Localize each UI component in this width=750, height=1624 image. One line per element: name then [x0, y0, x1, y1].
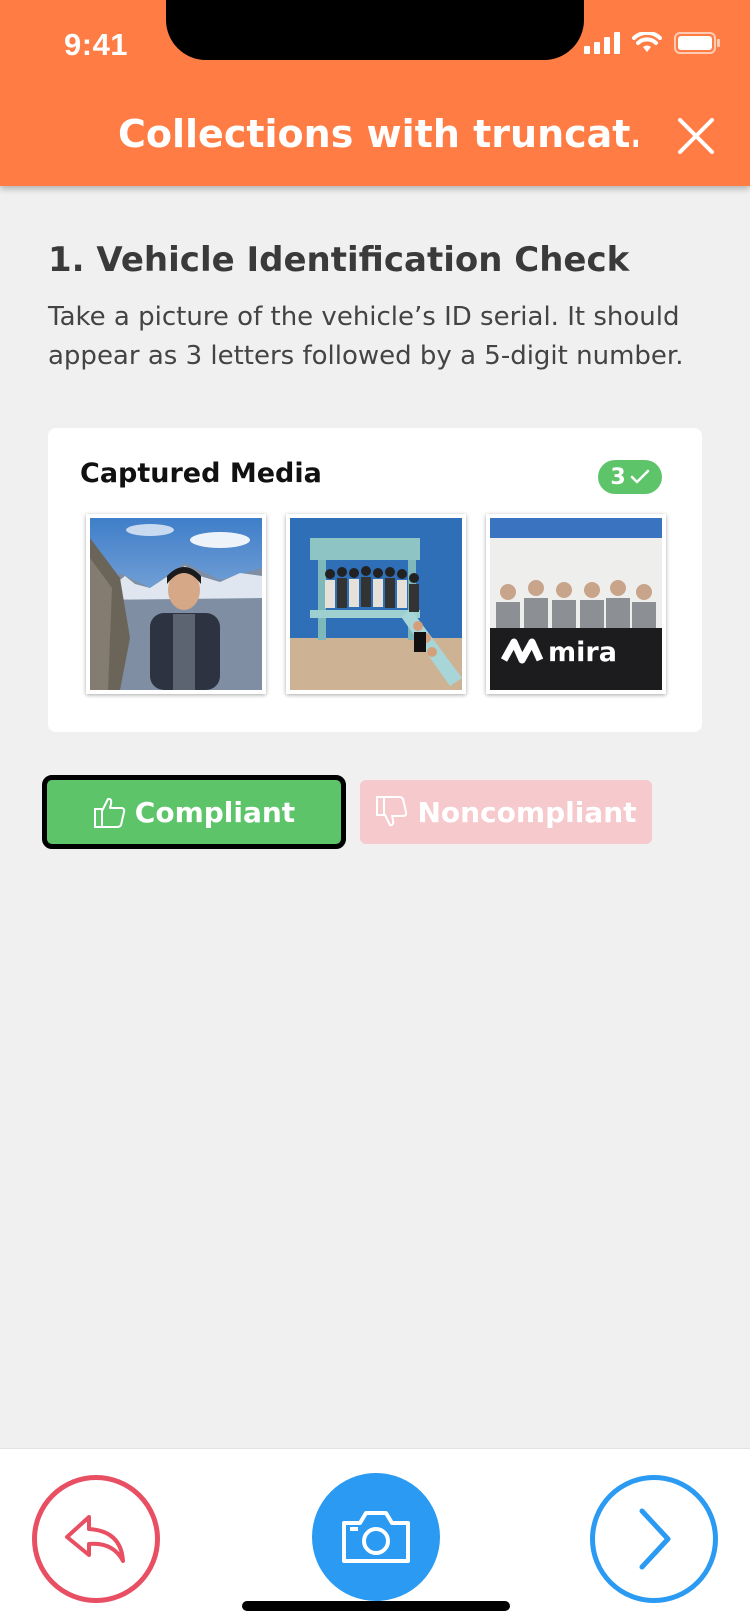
media-count-badge: 3: [598, 460, 662, 494]
noncompliant-label: Noncompliant: [417, 795, 637, 829]
captured-media-title: Captured Media: [80, 458, 322, 489]
compliant-button[interactable]: Compliant: [42, 775, 346, 849]
media-thumbnails: mira: [86, 514, 666, 694]
bottom-toolbar: [0, 1448, 750, 1624]
media-count: 3: [610, 464, 626, 490]
battery-icon: [674, 32, 720, 54]
photo-portrait-mountains: [90, 518, 262, 690]
checkmark-icon: [630, 469, 649, 484]
app-header: 9:41 Collections with truncat…: [0, 0, 750, 186]
compliant-label: Compliant: [134, 795, 296, 829]
close-icon: [678, 118, 714, 154]
noncompliant-button[interactable]: Noncompliant: [360, 780, 652, 844]
cellular-signal-icon: [584, 32, 620, 54]
close-button[interactable]: [676, 116, 716, 156]
mira-logo-text: mira: [548, 637, 617, 668]
photo-team-banner: mira: [490, 518, 662, 690]
reply-arrow-icon: [65, 1515, 125, 1563]
media-thumbnail[interactable]: [86, 514, 266, 694]
captured-media-card: Captured Media 3 mira: [48, 428, 702, 732]
wifi-icon: [632, 32, 662, 52]
thumbs-down-icon: [376, 796, 408, 827]
status-time: 9:41: [64, 27, 129, 62]
back-button[interactable]: [32, 1475, 160, 1603]
thumbs-up-icon: [93, 797, 126, 828]
media-thumbnail[interactable]: mira: [486, 514, 666, 694]
camera-button[interactable]: [312, 1473, 440, 1601]
chevron-right-icon: [639, 1508, 671, 1570]
next-button[interactable]: [590, 1475, 718, 1603]
compliance-buttons: Compliant Noncompliant: [42, 775, 652, 849]
photo-group-lifeguard-tower: [290, 518, 462, 690]
camera-icon: [342, 1511, 410, 1563]
header-title: Collections with truncat…: [118, 112, 638, 156]
home-indicator: [242, 1601, 510, 1611]
media-thumbnail[interactable]: [286, 514, 466, 694]
device-notch: [166, 0, 584, 60]
question-description: Take a picture of the vehicle’s ID seria…: [48, 302, 684, 371]
status-icons: [584, 32, 720, 54]
question-title: 1. Vehicle Identification Check: [48, 240, 630, 280]
